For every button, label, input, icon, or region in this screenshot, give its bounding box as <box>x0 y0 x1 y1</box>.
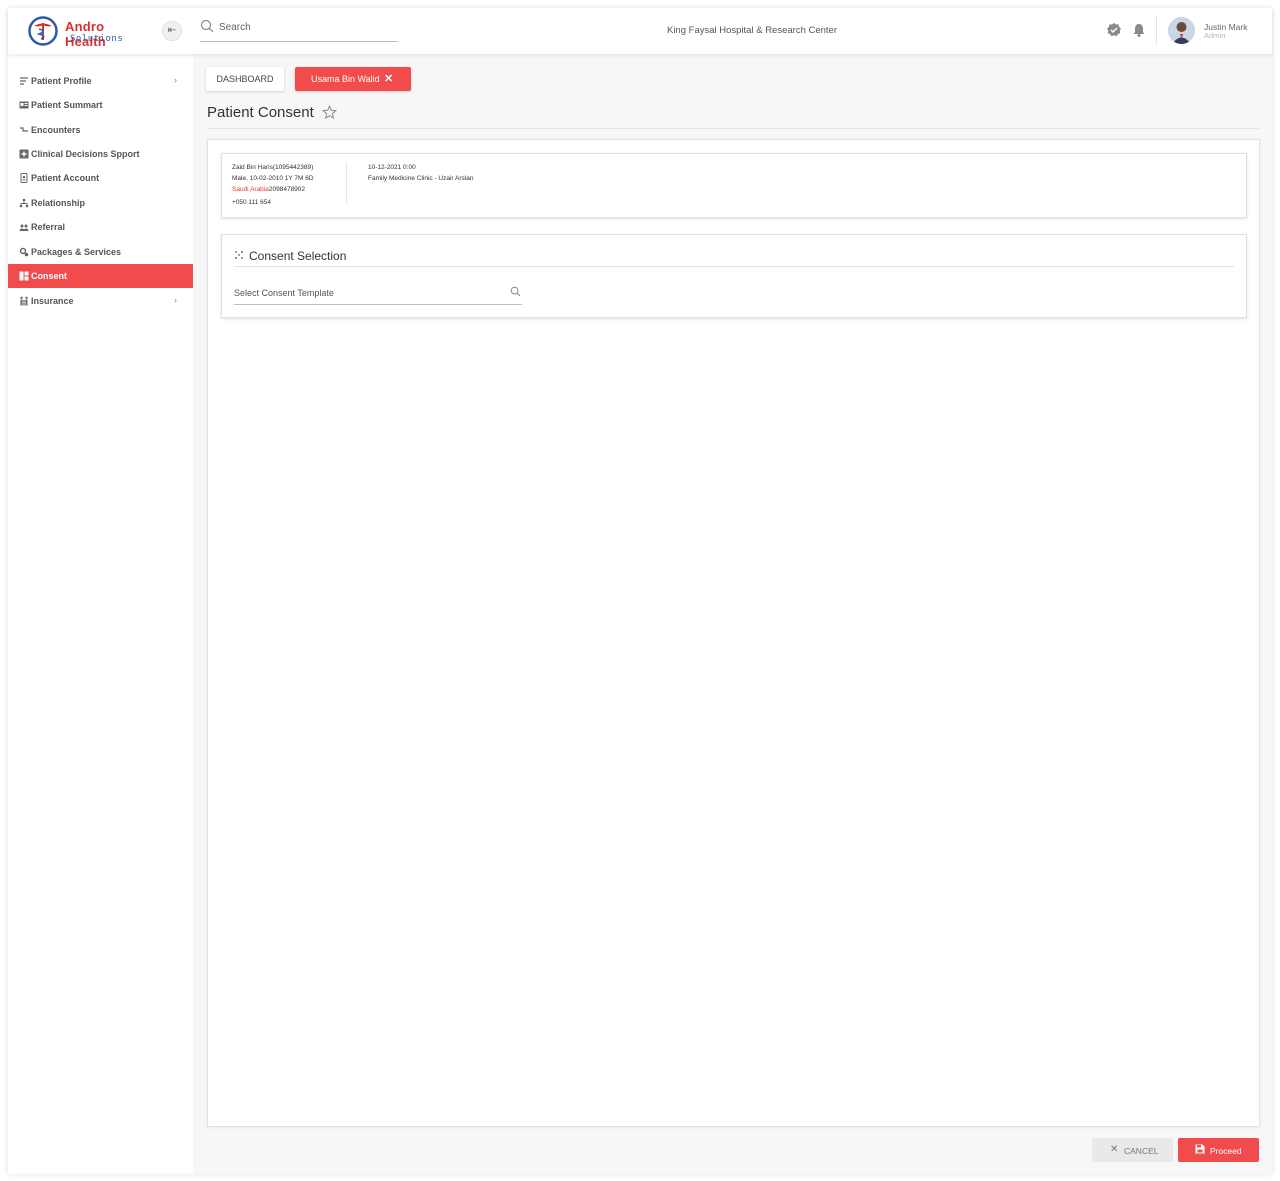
sidebar-item-label: Relationship <box>31 198 86 208</box>
verified-badge-icon[interactable] <box>1106 22 1122 38</box>
sidebar-item-clinical-decisions[interactable]: Clinical Decisions Spport <box>8 142 193 166</box>
people-tree-icon <box>19 198 29 208</box>
consent-section-divider <box>234 266 1234 267</box>
list-filter-icon <box>20 77 28 85</box>
gears-icon <box>19 247 29 257</box>
proceed-label: Proceed <box>1210 1146 1242 1156</box>
sidebar: Patient Profile › Patient Summart Encoun… <box>8 54 193 1174</box>
medical-plus-icon <box>19 149 29 159</box>
sidebar-item-label: Referral <box>31 222 66 232</box>
sidebar-item-label: Packages & Services <box>31 247 122 257</box>
collapse-arrow-icon: ⇤ <box>167 25 177 36</box>
dots-grid-icon <box>234 250 244 260</box>
sidebar-item-label: Encounters <box>31 125 81 135</box>
brand-tagline: Solutions <box>70 34 124 44</box>
patient-demographics: Male, 10-02-2010 1Y 7M 6D <box>232 175 314 182</box>
consent-template-input[interactable] <box>234 286 504 300</box>
global-search[interactable] <box>200 18 398 42</box>
title-divider <box>207 128 1259 129</box>
sidebar-item-encounters[interactable]: Encounters <box>8 118 193 142</box>
close-icon[interactable]: ✕ <box>384 67 393 91</box>
brand-logo[interactable]: Andro Health Solutions <box>28 16 138 49</box>
sidebar-item-patient-account[interactable]: Patient Account <box>8 166 193 190</box>
consent-section-title: Consent Selection <box>249 249 347 263</box>
visit-datetime: 10-12-2021 0:00 <box>368 164 416 171</box>
search-icon[interactable] <box>510 286 521 297</box>
cancel-button[interactable]: ✕ CANCEL <box>1092 1138 1173 1162</box>
sidebar-item-patient-profile[interactable]: Patient Profile › <box>8 69 193 93</box>
sidebar-item-label: Patient Profile <box>31 76 92 86</box>
sidebar-item-label: Insurance <box>31 296 74 306</box>
sidebar-item-insurance[interactable]: Insurance › <box>8 289 193 313</box>
search-input[interactable] <box>219 19 394 35</box>
tab-patient-label: Usama Bin Walid <box>311 74 380 84</box>
account-file-icon <box>20 173 28 183</box>
chevron-right-icon: › <box>174 295 177 305</box>
close-icon: ✕ <box>1110 1144 1119 1155</box>
sidebar-item-patient-summart[interactable]: Patient Summart <box>8 93 193 117</box>
tab-patient[interactable]: Usama Bin Walid ✕ <box>295 67 411 91</box>
organization-name: King Faysal Hospital & Research Center <box>666 25 838 36</box>
sidebar-item-label: Clinical Decisions Spport <box>31 149 140 159</box>
chevron-right-icon: › <box>174 75 177 85</box>
collapse-sidebar-button[interactable]: ⇤ <box>162 21 182 41</box>
cancel-label: CANCEL <box>1124 1146 1159 1156</box>
search-icon <box>200 19 214 33</box>
user-avatar-icon <box>1168 17 1195 44</box>
patient-name-id: Zaid Bin Haris(1095442389) <box>232 164 314 171</box>
save-icon <box>1195 1144 1205 1154</box>
family-icon <box>20 296 28 306</box>
sidebar-item-label: Patient Summart <box>31 100 103 110</box>
page-title: Patient Consent <box>207 104 314 121</box>
tab-dashboard[interactable]: DASHBOARD <box>206 67 284 91</box>
sidebar-item-referral[interactable]: Referral <box>8 215 193 239</box>
favorite-star-icon[interactable] <box>322 105 337 120</box>
notification-bell-icon[interactable] <box>1131 22 1147 38</box>
proceed-button[interactable]: Proceed <box>1178 1138 1259 1162</box>
header-divider <box>1156 17 1157 45</box>
patient-nationality: Saudi Arabia2098478902 <box>232 186 305 193</box>
sidebar-item-label: Patient Account <box>31 173 100 183</box>
group-icon <box>19 224 29 231</box>
consent-selection-card: Consent Selection <box>221 234 1247 318</box>
sidebar-item-consent[interactable]: Consent <box>8 264 193 288</box>
sidebar-item-relationship[interactable]: Relationship <box>8 191 193 215</box>
dashboard-icon <box>19 271 29 281</box>
top-bar: Andro Health Solutions ⇤ King Faysal Hos… <box>8 8 1272 54</box>
avatar[interactable] <box>1168 17 1195 44</box>
user-role: Admin <box>1204 31 1226 40</box>
caduceus-logo-icon <box>28 16 58 46</box>
app-frame: Andro Health Solutions ⇤ King Faysal Hos… <box>8 8 1272 1174</box>
patient-national-id: 2098478902 <box>268 186 306 193</box>
visit-clinic-doctor: Family Medicine Clinic - Uzair Arslan <box>368 175 474 182</box>
patient-phone: +050 111 654 <box>232 199 271 206</box>
content-panel: Zaid Bin Haris(1095442389) Male, 10-02-2… <box>207 139 1260 1127</box>
patient-banner: Zaid Bin Haris(1095442389) Male, 10-02-2… <box>221 153 1247 218</box>
sidebar-item-packages-services[interactable]: Packages & Services <box>8 240 193 264</box>
patient-country: Saudi Arabia <box>232 186 269 193</box>
sidebar-item-label: Consent <box>31 271 67 281</box>
consent-template-field[interactable] <box>234 284 522 305</box>
patient-banner-divider <box>346 162 347 204</box>
id-card-icon <box>19 101 29 109</box>
flow-icon <box>20 127 28 132</box>
